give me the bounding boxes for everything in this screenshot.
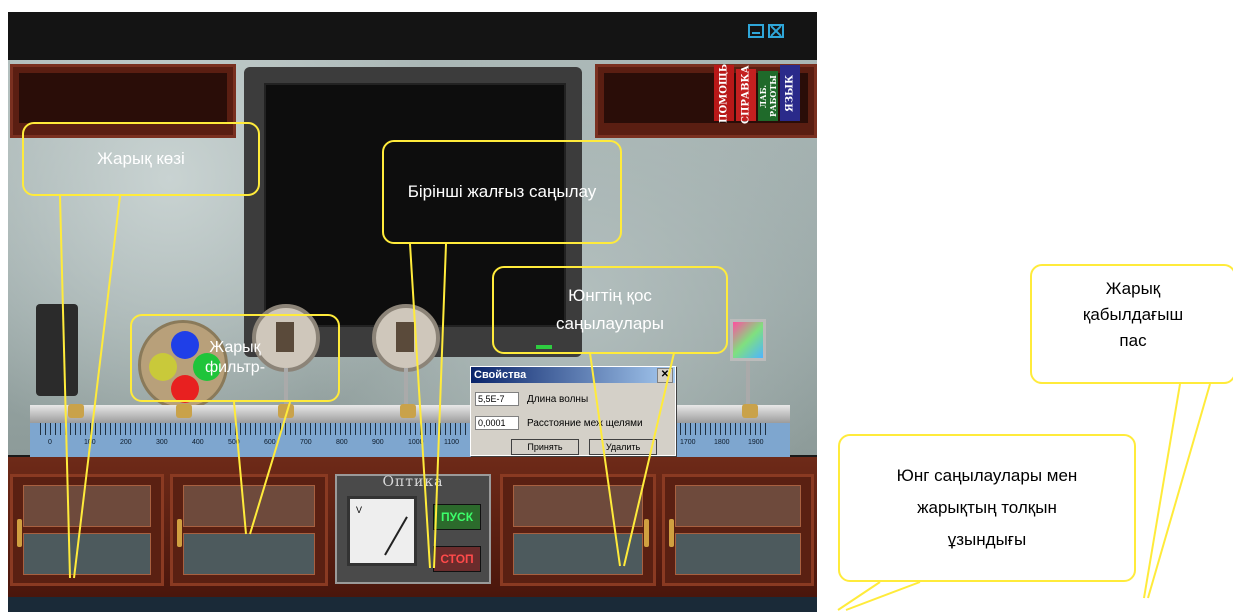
- light-source-lamp[interactable]: [36, 304, 78, 396]
- top-bar: [8, 12, 817, 60]
- book-lab-works[interactable]: ЛАБ. РАБОТЫ: [758, 71, 778, 121]
- cabinet-door-3[interactable]: [500, 474, 656, 586]
- start-button[interactable]: ПУСК: [433, 504, 481, 530]
- book-help[interactable]: ПОМОЩЬ: [714, 63, 734, 123]
- ruler-label: 700: [300, 439, 312, 446]
- ruler-label: 1900: [748, 439, 764, 446]
- cabinet-door-4[interactable]: [662, 474, 814, 586]
- callout-filter: Жарық фильтр-: [130, 314, 340, 402]
- ruler-label: 300: [156, 439, 168, 446]
- ruler-label: 1800: [714, 439, 730, 446]
- cabinet-door-1[interactable]: [10, 474, 164, 586]
- dialog-close-icon[interactable]: ✕: [657, 368, 673, 383]
- control-panel: Оптика V ПУСК СТОП: [335, 474, 491, 584]
- ruler-label: 600: [264, 439, 276, 446]
- rail-mount[interactable]: [278, 404, 294, 418]
- properties-dialog: Свойства ✕ Длина волны Расстояние меж ще…: [470, 366, 676, 456]
- meter-label: V: [356, 505, 363, 515]
- ruler-label: 1100: [444, 439, 460, 446]
- ruler-label: 0: [48, 439, 52, 446]
- wavelength-input[interactable]: [475, 392, 519, 406]
- ruler-label: 800: [336, 439, 348, 446]
- ruler-label: 100: [84, 439, 96, 446]
- ruler-label: 400: [192, 439, 204, 446]
- rail-mount[interactable]: [400, 404, 416, 418]
- rail-mount[interactable]: [68, 404, 84, 418]
- rail-mount[interactable]: [176, 404, 192, 418]
- floor: [8, 597, 817, 612]
- ruler-label: 200: [120, 439, 132, 446]
- stop-button[interactable]: СТОП: [433, 546, 481, 572]
- scale-ruler: 0 100 200 300 400 500 600 700 800 900 10…: [30, 423, 790, 457]
- rail-mount[interactable]: [742, 404, 758, 418]
- dialog-titlebar[interactable]: Свойства ✕: [471, 367, 675, 383]
- panel-title: Оптика: [382, 474, 444, 490]
- book-reference[interactable]: СПРАВКА: [736, 66, 756, 124]
- cabinet-door-2[interactable]: [170, 474, 328, 586]
- callout-young-wavelength: Юнг саңылаулары мен жарықтың толқын ұзын…: [838, 434, 1136, 582]
- meter-needle: [384, 516, 408, 556]
- dialog-title: Свойства: [474, 369, 527, 381]
- delete-button[interactable]: Удалить: [589, 439, 657, 455]
- apply-button[interactable]: Принять: [511, 439, 579, 455]
- slit-distance-label: Расстояние меж щелями: [527, 417, 643, 429]
- callout-young-slits: Юнгтің қос саңылаулары: [492, 266, 728, 354]
- double-slit-stand: [404, 368, 408, 408]
- ruler-label: 500: [228, 439, 240, 446]
- callout-receiver: Жарық қабылдағыш пас: [1030, 264, 1233, 384]
- close-icon[interactable]: [768, 24, 784, 38]
- light-receiver[interactable]: [730, 319, 766, 361]
- ruler-label: 1700: [680, 439, 696, 446]
- right-shelf: ПОМОЩЬ СПРАВКА ЛАБ. РАБОТЫ ЯЗЫК: [595, 63, 817, 138]
- callout-light-source: Жарық көзі: [22, 122, 260, 196]
- callout-single-slit: Бірінші жалғыз саңылау: [382, 140, 622, 244]
- minimize-icon[interactable]: [748, 24, 764, 38]
- slit-distance-input[interactable]: [475, 416, 519, 430]
- double-slit-holder[interactable]: [372, 304, 440, 372]
- wavelength-label: Длина волны: [527, 393, 589, 405]
- voltmeter: V: [347, 496, 417, 566]
- receiver-stand: [746, 361, 750, 407]
- ruler-label: 900: [372, 439, 384, 446]
- ruler-label: 1000: [408, 439, 424, 446]
- book-language[interactable]: ЯЗЫК: [780, 65, 800, 121]
